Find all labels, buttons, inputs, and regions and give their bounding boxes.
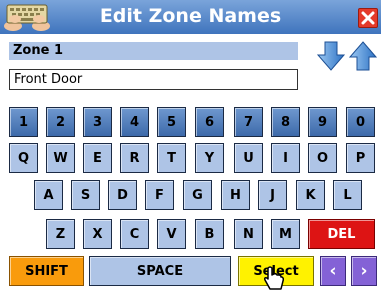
hand-cursor-icon xyxy=(264,266,284,290)
key-3[interactable]: 3 xyxy=(83,107,112,137)
zone-name-input[interactable]: Front Door xyxy=(9,69,298,90)
key-g[interactable]: G xyxy=(183,180,212,210)
key-0[interactable]: 0 xyxy=(346,107,375,137)
key-c[interactable]: C xyxy=(120,219,149,249)
key-y[interactable]: Y xyxy=(195,143,224,173)
close-icon xyxy=(361,11,375,25)
key-n[interactable]: N xyxy=(234,219,263,249)
key-r[interactable]: R xyxy=(120,143,149,173)
key-b[interactable]: B xyxy=(195,219,224,249)
close-button[interactable] xyxy=(358,8,378,28)
key-o[interactable]: O xyxy=(308,143,337,173)
key-q[interactable]: Q xyxy=(9,143,38,173)
key-i[interactable]: I xyxy=(271,143,300,173)
key-1[interactable]: 1 xyxy=(9,107,38,137)
key-s[interactable]: S xyxy=(71,180,100,210)
space-button[interactable]: SPACE xyxy=(89,256,231,286)
key-2[interactable]: 2 xyxy=(46,107,75,137)
key-9[interactable]: 9 xyxy=(308,107,337,137)
key-4[interactable]: 4 xyxy=(120,107,149,137)
key-u[interactable]: U xyxy=(234,143,263,173)
zone-label: Zone 1 xyxy=(9,42,298,60)
shift-button[interactable]: SHIFT xyxy=(9,256,84,286)
cursor-left-button[interactable]: ‹ xyxy=(320,256,346,286)
key-e[interactable]: E xyxy=(83,143,112,173)
cursor-right-button[interactable]: › xyxy=(351,256,377,286)
key-5[interactable]: 5 xyxy=(157,107,186,137)
key-m[interactable]: M xyxy=(271,219,300,249)
key-l[interactable]: L xyxy=(333,180,362,210)
key-6[interactable]: 6 xyxy=(195,107,224,137)
key-j[interactable]: J xyxy=(258,180,287,210)
key-k[interactable]: K xyxy=(296,180,325,210)
key-p[interactable]: P xyxy=(346,143,375,173)
key-t[interactable]: T xyxy=(157,143,186,173)
key-d[interactable]: D xyxy=(108,180,137,210)
key-8[interactable]: 8 xyxy=(271,107,300,137)
key-7[interactable]: 7 xyxy=(234,107,263,137)
arrow-up-icon[interactable] xyxy=(348,40,378,72)
key-x[interactable]: X xyxy=(83,219,112,249)
delete-button[interactable]: DEL xyxy=(308,219,375,249)
key-h[interactable]: H xyxy=(221,180,250,210)
key-a[interactable]: A xyxy=(34,180,63,210)
key-f[interactable]: F xyxy=(145,180,174,210)
window-title: Edit Zone Names xyxy=(99,5,282,27)
key-v[interactable]: V xyxy=(157,219,186,249)
arrow-down-icon[interactable] xyxy=(316,40,346,72)
title-bar: Edit Zone Names xyxy=(0,0,381,34)
key-z[interactable]: Z xyxy=(46,219,75,249)
key-w[interactable]: W xyxy=(46,143,75,173)
